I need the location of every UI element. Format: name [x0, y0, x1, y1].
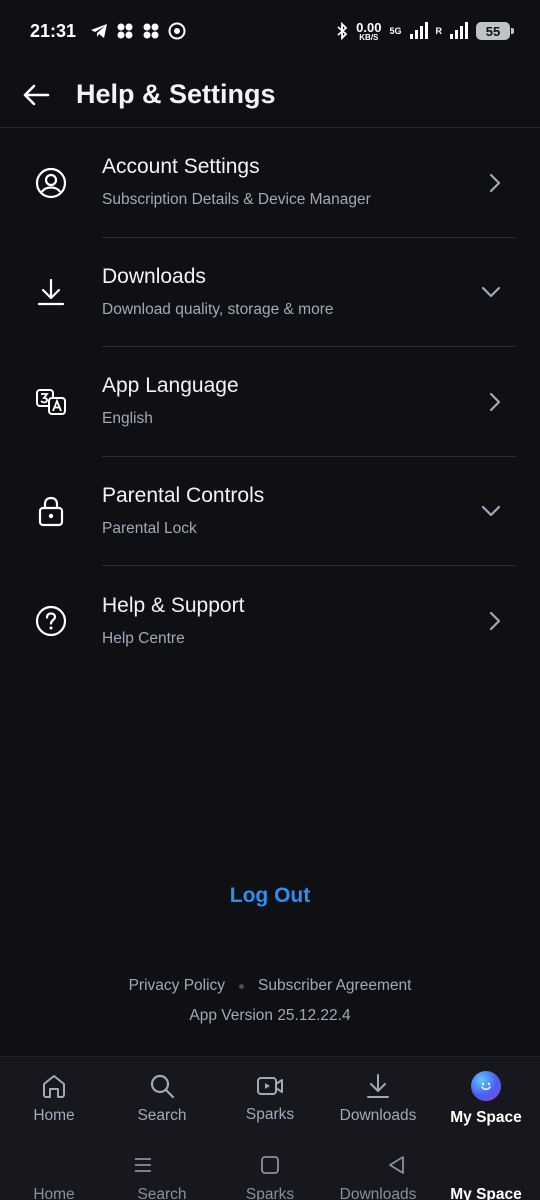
smile-icon: [481, 1082, 491, 1090]
item-subtitle: Subscription Details & Device Manager: [102, 191, 371, 209]
app-icon: [117, 23, 133, 39]
network-speed: 0.00 KB/S: [356, 19, 382, 42]
item-title: Help & Support: [102, 593, 245, 617]
page-title: Help & Settings: [76, 79, 276, 109]
lock-icon: [38, 497, 64, 527]
nav-item-my-space[interactable]: My Space: [432, 1057, 540, 1140]
status-time: 21:31: [30, 20, 77, 41]
app-icon: [143, 23, 159, 39]
system-nav-bar: Home Search Sparks Downloads My Space: [0, 1140, 540, 1200]
nav-item-home[interactable]: Home: [0, 1057, 108, 1140]
logout-button[interactable]: Log Out: [0, 884, 540, 908]
settings-list: Account Settings Subscription Details & …: [0, 128, 540, 676]
help-circle-icon: [35, 605, 67, 636]
subscriber-agreement-link[interactable]: Subscriber Agreement: [258, 977, 411, 995]
signal-icon: [409, 22, 428, 39]
item-title: Account Settings: [102, 155, 260, 179]
search-icon: [150, 1074, 175, 1098]
home-icon: [43, 1074, 65, 1098]
settings-item-account[interactable]: Account Settings Subscription Details & …: [0, 128, 540, 238]
nav-labels-ghost: Home Search Sparks Downloads My Space: [33, 1186, 522, 1200]
download-icon: [367, 1073, 389, 1098]
app-version: App Version 25.12.22.4: [189, 1007, 351, 1024]
privacy-policy-link[interactable]: Privacy Policy: [129, 977, 225, 995]
chevron-right-icon: [489, 173, 501, 192]
item-subtitle: Help Centre: [102, 629, 185, 647]
nav-label: Search: [137, 1106, 187, 1124]
menu-icon[interactable]: [132, 1154, 154, 1176]
item-title: App Language: [102, 374, 239, 398]
chevron-down-icon: [481, 506, 501, 517]
user-circle-icon: [35, 167, 67, 198]
arrow-left-icon: [23, 84, 50, 105]
status-bar: 21:31 0.00 KB/S 5G R 55: [0, 0, 540, 62]
settings-item-parental-controls[interactable]: Parental Controls Parental Lock: [0, 457, 540, 566]
notification-icons: [90, 22, 186, 40]
signal-icon: [450, 22, 468, 39]
whatsapp-icon: [168, 22, 186, 40]
translate-icon: [36, 388, 66, 415]
nav-label: Home: [33, 1106, 75, 1124]
item-title: Parental Controls: [102, 483, 265, 507]
chevron-down-icon: [481, 287, 501, 298]
bottom-nav: Home Search Sparks Downloads My Space: [0, 1056, 540, 1140]
item-subtitle: English: [102, 410, 153, 428]
back-triangle-icon[interactable]: [386, 1154, 408, 1176]
settings-item-downloads[interactable]: Downloads Download quality, storage & mo…: [0, 238, 540, 347]
settings-item-app-language[interactable]: App Language English: [0, 347, 540, 457]
chevron-right-icon: [489, 611, 501, 630]
separator-dot: [239, 983, 245, 989]
footer-links: Privacy Policy Subscriber Agreement: [0, 977, 540, 995]
chevron-right-icon: [489, 392, 501, 411]
app-header: Help & Settings: [0, 62, 540, 128]
video-icon: [257, 1076, 283, 1095]
telegram-icon: [91, 24, 108, 38]
download-icon: [37, 279, 65, 306]
settings-item-help-support[interactable]: Help & Support Help Centre: [0, 566, 540, 676]
nav-label: Sparks: [245, 1105, 295, 1123]
item-subtitle: Download quality, storage & more: [102, 300, 334, 318]
item-subtitle: Parental Lock: [102, 519, 197, 537]
nav-item-downloads[interactable]: Downloads: [324, 1057, 432, 1140]
back-button[interactable]: [0, 62, 72, 128]
nav-label: Downloads: [339, 1106, 417, 1124]
item-title: Downloads: [102, 264, 206, 288]
network-type: 5G: [389, 26, 402, 36]
avatar: [471, 1070, 501, 1101]
battery-icon: 55: [476, 22, 514, 40]
roaming-label: R: [435, 26, 443, 36]
bluetooth-icon: [337, 22, 348, 40]
nav-label: My Space: [450, 1108, 522, 1126]
nav-item-sparks[interactable]: Sparks: [216, 1057, 324, 1140]
nav-item-search[interactable]: Search: [108, 1057, 216, 1140]
home-square-icon[interactable]: [259, 1154, 281, 1176]
